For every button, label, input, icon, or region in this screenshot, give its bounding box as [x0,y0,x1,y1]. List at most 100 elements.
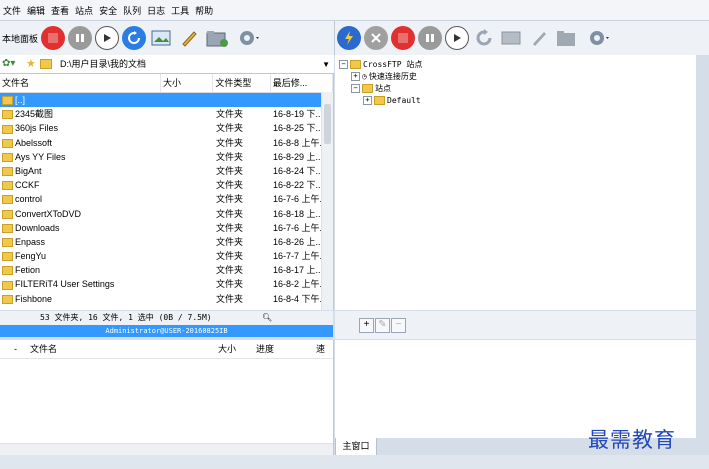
expand-icon[interactable]: + [363,95,372,105]
file-name-cell: 360js Files [0,121,162,135]
play-button[interactable] [95,26,120,50]
menu-file[interactable]: 文件 [0,4,24,17]
watermark: 最需教育 [588,428,676,452]
queue-col-name[interactable]: 文件名 [28,340,216,358]
queue-col-progress[interactable]: 进度 [254,340,314,358]
remove-site-button[interactable]: − [391,318,406,333]
tree-sites[interactable]: − 站点 [351,82,391,94]
bottom-strip [0,455,709,469]
edit-site-button[interactable]: ✎ [375,318,390,333]
menu-tools[interactable]: 工具 [168,4,192,17]
collapse-icon[interactable]: − [351,83,360,93]
file-name-cell: BigAnt [0,164,162,178]
stop-button[interactable] [41,26,66,50]
queue-col-dash[interactable]: - [0,340,28,358]
column-name[interactable]: 文件名 [0,74,162,92]
file-modified-text: 16-8-26 上... [273,236,324,247]
folder-icon [2,167,13,177]
file-row[interactable]: Ays YY Files 文件夹 16-8-29 上... [0,150,333,164]
file-row[interactable]: CCKF 文件夹 16-8-22 下... [0,178,333,192]
file-modified-text: 16-8-4 下午... [273,293,328,304]
folder-icon [2,252,13,262]
remote-play-button[interactable] [445,26,469,50]
queue-col-speed[interactable]: 速 [314,340,326,358]
file-row[interactable]: control 文件夹 16-7-6 上午... [0,192,333,206]
remote-pause-button[interactable] [418,26,442,50]
file-size-cell [162,164,214,178]
play-icon [104,34,112,42]
remote-image-view-icon [501,31,521,45]
column-size[interactable]: 大小 [161,74,214,92]
menu-help[interactable]: 帮助 [192,4,216,17]
file-type-cell: 文件夹 [214,107,271,121]
file-type-cell: 文件夹 [214,136,271,150]
queue-header: - 文件名 大小 进度 速 [0,340,333,359]
remote-refresh-button[interactable] [472,26,496,50]
remote-stop-button[interactable] [391,26,415,50]
menu-log[interactable]: 日志 [144,4,168,17]
file-type-text: 文件夹 [216,151,244,162]
settings-button[interactable] [233,26,263,50]
refresh-button[interactable] [122,26,147,50]
tree-quick-history[interactable]: + ◷ 快速连接历史 [351,70,417,82]
file-row[interactable]: Downloads 文件夹 16-7-6 上午... [0,221,333,235]
view-button[interactable] [149,26,173,50]
path-input[interactable]: D:\用户目录\我的文档 [56,57,323,71]
file-modified-text: 16-7-7 上午... [273,251,328,262]
expand-icon[interactable]: + [351,71,360,81]
file-row[interactable]: Fetion 文件夹 16-8-17 上... [0,263,333,277]
folder-icon [2,238,13,247]
column-type[interactable]: 文件类型 [213,74,271,92]
file-row[interactable]: ConvertXToDVD 文件夹 16-8-18 上... [0,207,333,221]
file-size-cell [162,178,214,192]
menu-edit[interactable]: 编辑 [24,4,48,17]
file-row[interactable]: [..] [0,93,333,108]
tree-default-label: Default [387,95,421,105]
tree-root-label: CrossFTP 站点 [363,59,423,69]
add-site-button[interactable]: + [359,318,374,333]
path-dropdown-icon[interactable]: ▼ [322,60,330,69]
tab-main-window[interactable]: 主窗口 [335,438,377,456]
menu-view[interactable]: 查看 [48,4,72,17]
remote-new-folder-button[interactable] [555,26,579,50]
file-row[interactable]: Abelssoft 文件夹 16-8-8 上午... [0,136,333,150]
file-size-cell [162,249,214,263]
menu-queue[interactable]: 队列 [120,4,144,17]
file-row[interactable]: BigAnt 文件夹 16-8-24 下... [0,164,333,178]
file-row[interactable]: 360js Files 文件夹 16-8-25 下... [0,121,333,135]
file-row[interactable]: Enpass 文件夹 16-8-26 上... [0,235,333,249]
local-toolbar: 本地面板 [0,21,335,55]
file-type-cell: 文件夹 [214,263,271,277]
menu-security[interactable]: 安全 [96,4,120,17]
star-icon[interactable]: ★ [26,57,36,70]
disconnect-button[interactable] [364,26,388,50]
file-name-text: Abelssoft [15,137,53,148]
file-name-text: FengYu [15,251,47,262]
collapse-icon[interactable]: − [339,59,348,69]
menu-sites[interactable]: 站点 [72,4,96,17]
pause-button[interactable] [68,26,93,50]
scrollbar-thumb[interactable] [324,104,331,144]
path-bar: ✿▾ ★ D:\用户目录\我的文档 ▼ [0,55,334,74]
column-modified[interactable]: 最后修... [271,74,333,92]
file-row[interactable]: 2345截图 文件夹 16-8-19 下... [0,107,333,121]
tree-default[interactable]: + Default [363,94,421,106]
queue-col-size[interactable]: 大小 [216,340,254,358]
file-row[interactable]: FILTERiT4 User Settings 文件夹 16-8-2 上午... [0,277,333,291]
remote-edit-button[interactable] [527,26,551,50]
remote-view-button[interactable] [499,26,523,50]
search-icon[interactable]: 🔍︎ [262,311,272,325]
file-name-text: ConvertXToDVD [15,208,82,219]
tree-root[interactable]: − CrossFTP 站点 [339,58,422,70]
file-name-cell: Abelssoft [0,136,162,150]
connect-button[interactable] [337,26,361,50]
queue-hscrollbar[interactable] [0,443,333,455]
new-folder-button[interactable] [205,26,229,50]
remote-settings-button[interactable] [583,26,613,50]
file-row[interactable]: Fishbone 文件夹 16-8-4 下午... [0,292,333,306]
file-type-text: 文件夹 [216,293,244,304]
nav-home-icon[interactable]: ✿▾ [2,58,15,69]
file-list-scrollbar[interactable] [321,92,333,310]
file-row[interactable]: FengYu 文件夹 16-7-7 上午... [0,249,333,263]
edit-button[interactable] [177,26,201,50]
